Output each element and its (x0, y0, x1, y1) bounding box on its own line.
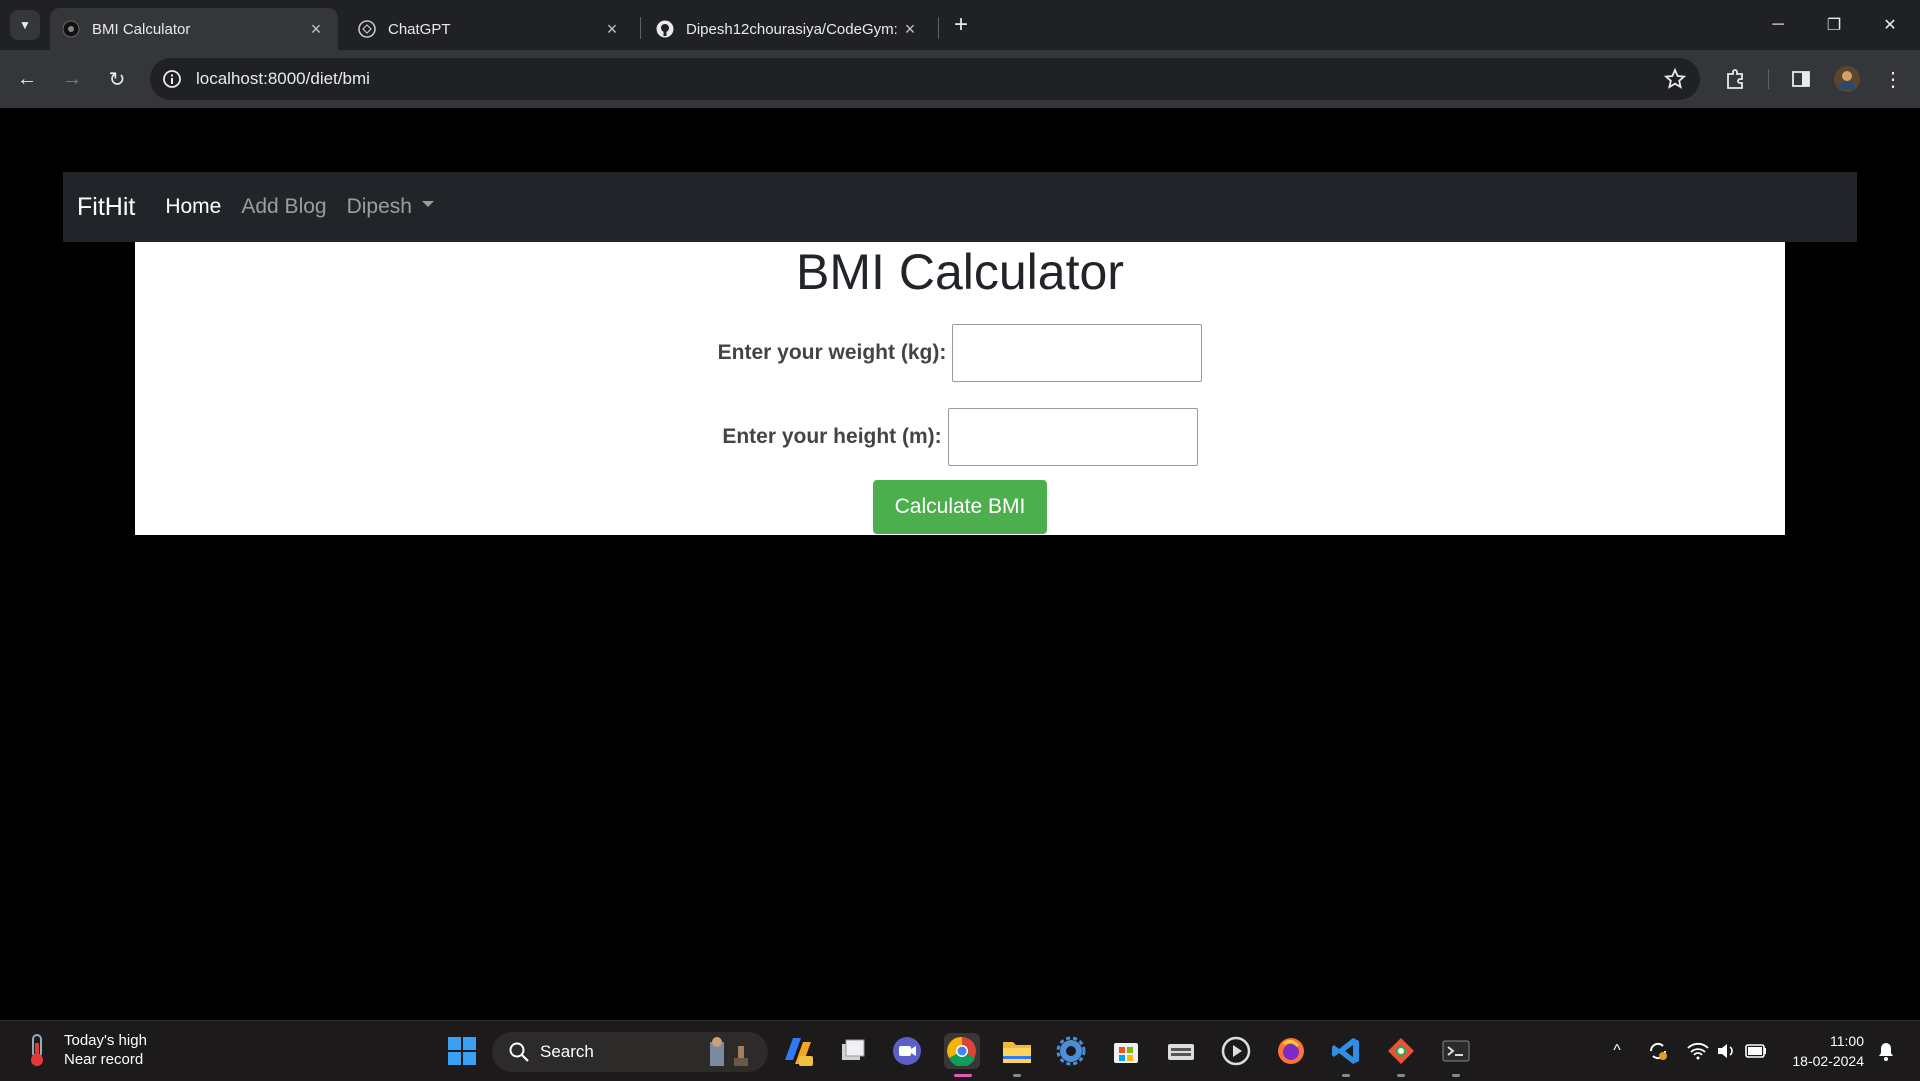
search-label: Search (540, 1042, 594, 1061)
side-panel-icon[interactable] (1786, 64, 1816, 94)
page-title: BMI Calculator (796, 244, 1124, 300)
close-window-icon[interactable]: ✕ (1868, 10, 1912, 40)
show-hidden-icons-chevron-icon[interactable]: ^ (1605, 1039, 1629, 1063)
thermometer-icon (20, 1031, 54, 1069)
toolbar-divider (1768, 69, 1769, 89)
git-running-indicator (1397, 1074, 1405, 1077)
height-input[interactable] (947, 408, 1198, 466)
url-text[interactable]: localhost:8000/diet/bmi (196, 58, 370, 100)
taskbar-search[interactable]: Search (492, 1032, 768, 1072)
tab-chatgpt[interactable]: ChatGPT × (346, 8, 634, 50)
microsoft-store-icon[interactable] (1108, 1033, 1144, 1069)
bmi-card: BMI Calculator Enter your weight (kg): E… (135, 242, 1785, 535)
teams-meet-icon[interactable] (889, 1033, 925, 1069)
settings-gear-icon[interactable] (1053, 1033, 1089, 1069)
weight-row: Enter your weight (kg): (135, 324, 1785, 382)
nav-dropdown-user[interactable]: Dipesh (347, 195, 434, 219)
chrome-app-icon[interactable] (944, 1033, 980, 1069)
brand-logo[interactable]: FitHit (77, 193, 135, 222)
site-navbar: FitHit Home Add Blog Dipesh (63, 172, 1857, 242)
site-favicon-icon (62, 20, 80, 38)
tab-title: ChatGPT (388, 20, 451, 38)
nav-link-home[interactable]: Home (165, 195, 221, 219)
search-highlight-image-icon (704, 1036, 756, 1068)
calculate-bmi-button[interactable]: Calculate BMI (873, 480, 1047, 534)
close-tab-icon[interactable]: × (602, 19, 622, 40)
firefox-icon[interactable] (1273, 1033, 1309, 1069)
browser-toolbar: ← → ↻ localhost:8000/diet/bmi ⋮ (0, 50, 1920, 108)
weather-line-1: Today's high (64, 1032, 147, 1049)
address-bar[interactable]: localhost:8000/diet/bmi (150, 58, 1700, 100)
back-arrow-icon[interactable]: ← (12, 64, 42, 94)
reload-icon[interactable]: ↻ (102, 64, 132, 94)
menu-kebab-icon[interactable]: ⋮ (1878, 64, 1908, 94)
terminal-icon[interactable] (1438, 1033, 1474, 1069)
battery-icon[interactable] (1744, 1039, 1768, 1063)
file-explorer-icon[interactable] (999, 1033, 1035, 1069)
vscode-icon[interactable] (1328, 1033, 1364, 1069)
copilot-app-icon[interactable] (780, 1033, 816, 1069)
weather-line-2: Near record (64, 1051, 144, 1068)
tab-title: Dipesh12chourasiya/CodeGym: (686, 20, 898, 38)
windows-taskbar: Today's high Near record Search ^ 11:00 … (0, 1020, 1920, 1081)
nav-link-add-blog[interactable]: Add Blog (241, 195, 326, 219)
forward-arrow-icon[interactable]: → (57, 64, 87, 94)
keyboard-app-icon[interactable] (1163, 1033, 1199, 1069)
tab-separator (938, 17, 939, 39)
weather-widget[interactable]: Today's high Near record (20, 1031, 147, 1069)
chrome-running-indicator (954, 1074, 972, 1077)
restore-icon[interactable]: ❐ (1812, 10, 1856, 40)
github-logo-icon (656, 20, 674, 38)
close-tab-icon[interactable]: × (306, 19, 326, 40)
clock-date: 18-02-2024 (1792, 1053, 1864, 1069)
bookmark-star-icon[interactable] (1663, 67, 1687, 90)
minimize-icon[interactable]: ─ (1756, 10, 1800, 40)
close-tab-icon[interactable]: × (900, 19, 920, 40)
terminal-running-indicator (1452, 1074, 1460, 1077)
chatgpt-logo-icon (358, 20, 376, 38)
new-tab-plus-icon[interactable]: + (948, 11, 974, 38)
browser-tab-strip: ▼ BMI Calculator × ChatGPT × Dipesh12cho… (0, 0, 1920, 50)
notification-bell-icon[interactable] (1874, 1039, 1898, 1063)
clock-time: 11:00 (1830, 1033, 1864, 1049)
system-clock[interactable]: 11:00 18-02-2024 (1784, 1031, 1864, 1071)
nav-dropdown-user-label: Dipesh (346, 195, 412, 218)
tab-github[interactable]: Dipesh12chourasiya/CodeGym: × (644, 8, 932, 50)
task-view-icon[interactable] (835, 1033, 871, 1069)
vscode-running-indicator (1342, 1074, 1350, 1077)
dropdown-caret-icon (421, 201, 434, 208)
sync-icon[interactable] (1646, 1039, 1670, 1063)
extensions-puzzle-icon[interactable] (1720, 64, 1750, 94)
volume-icon[interactable] (1714, 1039, 1738, 1063)
weight-label: Enter your weight (kg): (717, 341, 947, 364)
windows-start-icon[interactable] (444, 1033, 480, 1069)
search-icon (508, 1041, 530, 1063)
height-label: Enter your height (m): (722, 425, 942, 448)
height-row: Enter your height (m): (135, 408, 1785, 466)
wifi-icon[interactable] (1686, 1039, 1710, 1063)
tab-title: BMI Calculator (92, 20, 191, 38)
profile-avatar[interactable] (1832, 64, 1862, 94)
git-app-icon[interactable] (1383, 1033, 1419, 1069)
media-player-icon[interactable] (1218, 1033, 1254, 1069)
tab-separator (640, 17, 641, 39)
explorer-running-indicator (1013, 1074, 1021, 1077)
site-info-icon[interactable] (162, 69, 182, 89)
tab-search-chevron-icon[interactable]: ▼ (10, 10, 40, 40)
tab-bmi-calculator[interactable]: BMI Calculator × (50, 8, 338, 50)
weight-input[interactable] (952, 324, 1203, 382)
